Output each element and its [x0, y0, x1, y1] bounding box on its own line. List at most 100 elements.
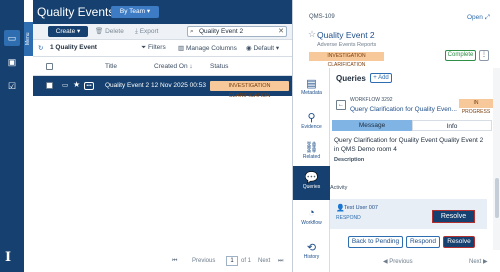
- back-arrow-icon[interactable]: ←: [336, 100, 346, 110]
- workflow-label: WORKFLOW 3292: [350, 97, 393, 103]
- record-more-icon[interactable]: ⋮: [479, 50, 489, 61]
- filters-label: Filters: [148, 44, 166, 51]
- page-total: of 1: [241, 258, 252, 264]
- record-side-tabs: ▤ Metadata ⚲ Evidence ⛓ Related 💬 Queries ◔ W…: [293, 68, 330, 272]
- record-pagination: ◀ Previous Next ▶: [383, 256, 500, 268]
- row-created-on: 12 Nov 2025 00:53: [151, 82, 206, 89]
- first-page-icon[interactable]: ⏮: [172, 258, 177, 265]
- tab-info[interactable]: Info: [412, 120, 492, 131]
- inbox-icon[interactable]: ▭: [4, 30, 20, 46]
- scrollbar-thumb[interactable]: [495, 178, 499, 218]
- star-icon[interactable]: ★: [73, 80, 80, 89]
- columns-icon: ▥: [178, 45, 186, 52]
- row-title[interactable]: Quality Event 2: [105, 82, 149, 89]
- add-query-label: Add: [378, 75, 389, 81]
- search-value: Quality Event 2: [199, 28, 244, 35]
- status-badge: INVESTIGATION CLARIFICATION: [210, 81, 289, 99]
- result-count: 1 Quality Event: [50, 44, 97, 51]
- view-selector-button[interactable]: By Team ▾: [111, 6, 159, 18]
- tab-history[interactable]: ⟲ History: [293, 236, 330, 270]
- column-header-created-on[interactable]: Created On ↓: [154, 63, 193, 70]
- search-icon: ⌕: [190, 28, 194, 35]
- filter-icon: ⏷: [141, 44, 149, 51]
- previous-page-button[interactable]: Previous: [192, 258, 215, 264]
- query-status-badge: IN PROGRESS: [459, 99, 493, 115]
- tab-queries-label: Queries: [302, 184, 321, 190]
- add-query-button[interactable]: + Add: [370, 73, 392, 83]
- header: Quality Events By Team ▾: [33, 0, 292, 24]
- query-title: Query Clarification for Quality Even...: [350, 106, 457, 113]
- workflow-label-text: WORKFLOW: [350, 97, 380, 103]
- evidence-icon: ⚲: [307, 112, 316, 124]
- tab-evidence[interactable]: ⚲ Evidence: [293, 106, 330, 140]
- tab-history-label: History: [303, 254, 320, 260]
- scrollbar[interactable]: [493, 68, 500, 250]
- tab-message[interactable]: Message: [332, 120, 412, 131]
- tab-workflow-label: Workflow: [301, 220, 322, 226]
- tab-queries[interactable]: 💬 Queries: [293, 166, 330, 200]
- previous-record-button[interactable]: ◀ Previous: [383, 258, 413, 265]
- queries-title: Queries: [336, 74, 366, 83]
- activity-card: 👤 Test User 007 RESPOND Resolve: [330, 199, 487, 229]
- filters-button[interactable]: ⏷ Filters: [141, 44, 166, 52]
- metadata-icon: ▤: [306, 78, 317, 90]
- delete-button[interactable]: 🗑 Delete: [95, 26, 124, 37]
- back-to-pending-button[interactable]: Back to Pending: [348, 236, 403, 248]
- activity-label: Activity: [330, 185, 348, 191]
- open-label: Open: [467, 14, 483, 21]
- trash-icon: 🗑: [95, 28, 106, 35]
- app-logo: I: [5, 250, 12, 265]
- refresh-icon[interactable]: ↻: [38, 44, 43, 52]
- menu-tab[interactable]: Menu: [24, 22, 33, 56]
- complete-button[interactable]: Complete: [445, 50, 476, 61]
- tab-related-label: Related: [302, 154, 321, 160]
- left-nav: ▭ ▣ ☑ I: [0, 0, 24, 272]
- table-row[interactable]: ▭ ★ ••• Quality Event 2 12 Nov 2025 00:5…: [33, 76, 292, 99]
- query-message: Query Clarification for Quality Event Qu…: [334, 137, 484, 153]
- resolve-button[interactable]: Resolve: [443, 236, 475, 248]
- row-checkbox[interactable]: [46, 82, 53, 89]
- open-button[interactable]: Open ⤢: [467, 14, 490, 22]
- inbox-icon: ▭: [62, 82, 69, 89]
- tab-metadata[interactable]: ▤ Metadata: [293, 72, 330, 106]
- last-page-icon[interactable]: ⏭: [278, 258, 283, 265]
- page-number-input[interactable]: 1: [226, 256, 238, 266]
- tab-evidence-label: Evidence: [301, 124, 322, 130]
- list-subbar: ↻ 1 Quality Event ⏷ Filters ▥ Manage Col…: [33, 40, 292, 57]
- briefcase-icon[interactable]: ▣: [4, 54, 20, 70]
- star-icon[interactable]: ☆: [308, 29, 316, 40]
- select-all-checkbox[interactable]: [46, 63, 53, 70]
- delete-label: Delete: [105, 28, 124, 35]
- record-form-name: Adverse Events Reports: [317, 42, 377, 48]
- next-record-label: Next: [469, 259, 482, 265]
- export-button[interactable]: ⤓ Export: [135, 26, 158, 37]
- record-detail-panel: QMS-109 Open ⤢ ☆ Quality Event 2 Adverse…: [292, 0, 500, 272]
- queries-icon: 💬: [304, 172, 319, 184]
- previous-record-label: Previous: [389, 259, 413, 265]
- record-id: QMS-109: [309, 14, 335, 20]
- column-header-status[interactable]: Status: [210, 63, 228, 70]
- activity-action: RESPOND: [336, 215, 361, 221]
- checkbox-icon[interactable]: ☑: [4, 78, 20, 94]
- next-record-button[interactable]: Next ▶: [469, 258, 488, 265]
- manage-columns-button[interactable]: ▥ Manage Columns: [178, 44, 237, 52]
- default-view-label: Default ▾: [253, 45, 280, 52]
- tab-related[interactable]: ⛓ Related: [293, 136, 330, 170]
- history-icon: ⟲: [306, 242, 317, 254]
- resolve-card-button[interactable]: Resolve: [432, 210, 475, 223]
- description-label: Description: [334, 157, 365, 163]
- manage-columns-label: Manage Columns: [185, 45, 237, 52]
- workflow-id: 3292: [381, 97, 393, 103]
- page-title: Quality Events: [37, 5, 115, 19]
- column-header-title[interactable]: Title: [105, 63, 117, 70]
- default-view-dropdown[interactable]: ◉ Default ▾: [246, 44, 279, 52]
- next-page-button[interactable]: Next: [258, 258, 270, 264]
- more-options-icon[interactable]: •••: [84, 82, 94, 90]
- respond-button[interactable]: Respond: [406, 236, 440, 248]
- search-input[interactable]: ⌕ Quality Event 2 ✕: [187, 26, 287, 37]
- create-button[interactable]: Create ▾: [48, 26, 88, 37]
- clear-search-icon[interactable]: ✕: [278, 27, 284, 36]
- tab-workflow[interactable]: ◔ Workflow: [293, 202, 330, 236]
- toolbar: Create ▾ 🗑 Delete ⤓ Export ⌕ Quality Eve…: [33, 24, 292, 40]
- table-header: Title Created On ↓ Status: [33, 57, 292, 76]
